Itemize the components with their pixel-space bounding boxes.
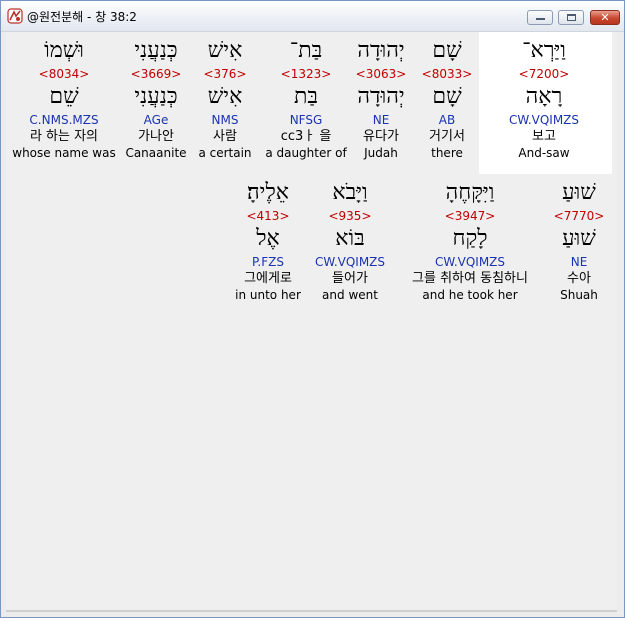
app-window: @원전분해 - 창 38:2 ✕ וַיַּרְא־ <7200> רָאָה … [0,0,625,618]
strong-number-link[interactable]: <8033> [417,66,477,82]
close-button[interactable]: ✕ [590,10,620,25]
korean-gloss: 보고 [532,129,556,144]
hebrew-word: שׁוּעַ [562,180,596,205]
morphology-code: CW.VQIMZS [508,113,580,127]
close-icon: ✕ [600,11,610,24]
word-block[interactable]: אִישׁ <376> אִישׁ NMS 사람 a certain [192,36,258,161]
hebrew-word: וַיִּקָּחֶהָ [445,180,495,205]
morphology-code: P.FZS [252,255,284,269]
strong-number-link[interactable]: <8034> [8,66,120,82]
word-block[interactable]: שָׁם <8033> שָׁם AB 거기서 there [417,36,477,161]
window-title: @원전분해 - 창 38:2 [27,10,137,24]
hebrew-word: אִישׁ [207,38,243,63]
korean-gloss: 그에게로 [244,271,292,286]
korean-gloss: cc3ㅏ 을 [280,129,332,144]
english-gloss: Shuah [560,288,598,302]
english-gloss: And-saw [518,146,570,160]
app-logo-icon [7,8,23,24]
morphology-code: NFSG [289,113,323,127]
word-block[interactable]: בַּת־ <1323> בַּת NFSG cc3ㅏ 을 a daughter… [259,36,353,161]
window-bottom-border [6,610,617,612]
english-gloss: and went [322,288,378,302]
korean-gloss: 들어가 [332,271,368,286]
english-gloss: there [431,146,463,160]
hebrew-word: יְהוּדָה [357,38,405,63]
lemma: בּוֹא [335,226,365,251]
interlinear-pane: וַיַּרְא־ <7200> רָאָה CW.VQIMZS 보고 And-… [6,32,617,610]
lemma: יְהוּדָה [357,84,405,109]
lemma: שָׁם [432,84,462,109]
korean-gloss: 가나안 [138,129,174,144]
hebrew-word: בַּת־ [289,38,323,63]
english-gloss: in unto her [235,288,301,302]
strong-number-link[interactable]: <7200> [486,66,602,82]
morphology-code: CW.VQIMZS [434,255,506,269]
lemma: בַּת [293,84,319,109]
morphology-code: AGe [143,113,169,127]
hebrew-word: וַיָּבֹא [332,180,368,205]
hebrew-word: וּשְׁמוֹ [44,38,84,63]
strong-number-link[interactable]: <376> [192,66,258,82]
word-block[interactable]: יְהוּדָה <3063> יְהוּדָה NE 유다가 Judah [343,36,419,161]
lemma: אֶל [256,226,280,251]
lemma: רָאָה [525,84,563,109]
word-block[interactable]: וַיַּרְא־ <7200> רָאָה CW.VQIMZS 보고 And-… [486,36,602,161]
strong-number-link[interactable]: <3669> [121,66,191,82]
english-gloss: Canaanite [125,146,187,160]
lemma: כְּנַעֲנִי [134,84,178,109]
strong-number-link[interactable]: <3947> [395,208,545,224]
lemma: שֵׁם [49,84,79,109]
lemma: שׁוּעַ [562,226,596,251]
english-gloss: a daughter of [265,146,347,160]
title-bar[interactable]: @원전분해 - 창 38:2 ✕ [1,1,624,32]
korean-gloss: 그를 취하여 동침하니 [412,271,528,286]
word-block[interactable]: אֵלֶיהָ׃ <413> אֶל P.FZS 그에게로 in unto he… [230,178,306,303]
strong-number-link[interactable]: <935> [308,208,392,224]
english-gloss: whose name was [12,146,116,160]
word-block[interactable]: וּשְׁמוֹ <8034> שֵׁם C.NMS.MZS 라 하는 자의 w… [8,36,120,161]
korean-gloss: 라 하는 자의 [29,129,99,144]
word-block[interactable]: כְּנַעֲנִי <3669> כְּנַעֲנִי AGe 가나안 Can… [121,36,191,161]
morphology-code: NE [570,255,588,269]
lemma: לָקַח [452,226,488,251]
strong-number-link[interactable]: <413> [230,208,306,224]
english-gloss: a certain [198,146,252,160]
hebrew-word: שָׁם [432,38,462,63]
strong-number-link[interactable]: <1323> [259,66,353,82]
word-block[interactable]: וַיָּבֹא <935> בּוֹא CW.VQIMZS 들어가 and w… [308,178,392,303]
maximize-button[interactable] [558,10,584,25]
korean-gloss: 사람 [213,129,237,144]
english-gloss: Judah [364,146,398,160]
minimize-icon [536,18,545,20]
word-block[interactable]: וַיִּקָּחֶהָ <3947> לָקַח CW.VQIMZS 그를 취… [395,178,545,303]
morphology-code: C.NMS.MZS [29,113,99,127]
strong-number-link[interactable]: <7770> [549,208,609,224]
hebrew-word: אֵלֶיהָ׃ [247,180,289,205]
korean-gloss: 거기서 [429,129,465,144]
english-gloss: and he took her [422,288,518,302]
hebrew-word: וַיַּרְא־ [522,38,566,63]
maximize-icon [567,14,576,21]
word-block[interactable]: שׁוּעַ <7770> שׁוּעַ NE 수아 Shuah [549,178,609,303]
minimize-button[interactable] [527,10,553,25]
morphology-code: AB [438,113,456,127]
korean-gloss: 수아 [567,271,591,286]
morphology-code: NE [372,113,390,127]
morphology-code: NMS [211,113,239,127]
lemma: אִישׁ [207,84,243,109]
korean-gloss: 유다가 [363,129,399,144]
morphology-code: CW.VQIMZS [314,255,386,269]
hebrew-word: כְּנַעֲנִי [134,38,178,63]
strong-number-link[interactable]: <3063> [343,66,419,82]
